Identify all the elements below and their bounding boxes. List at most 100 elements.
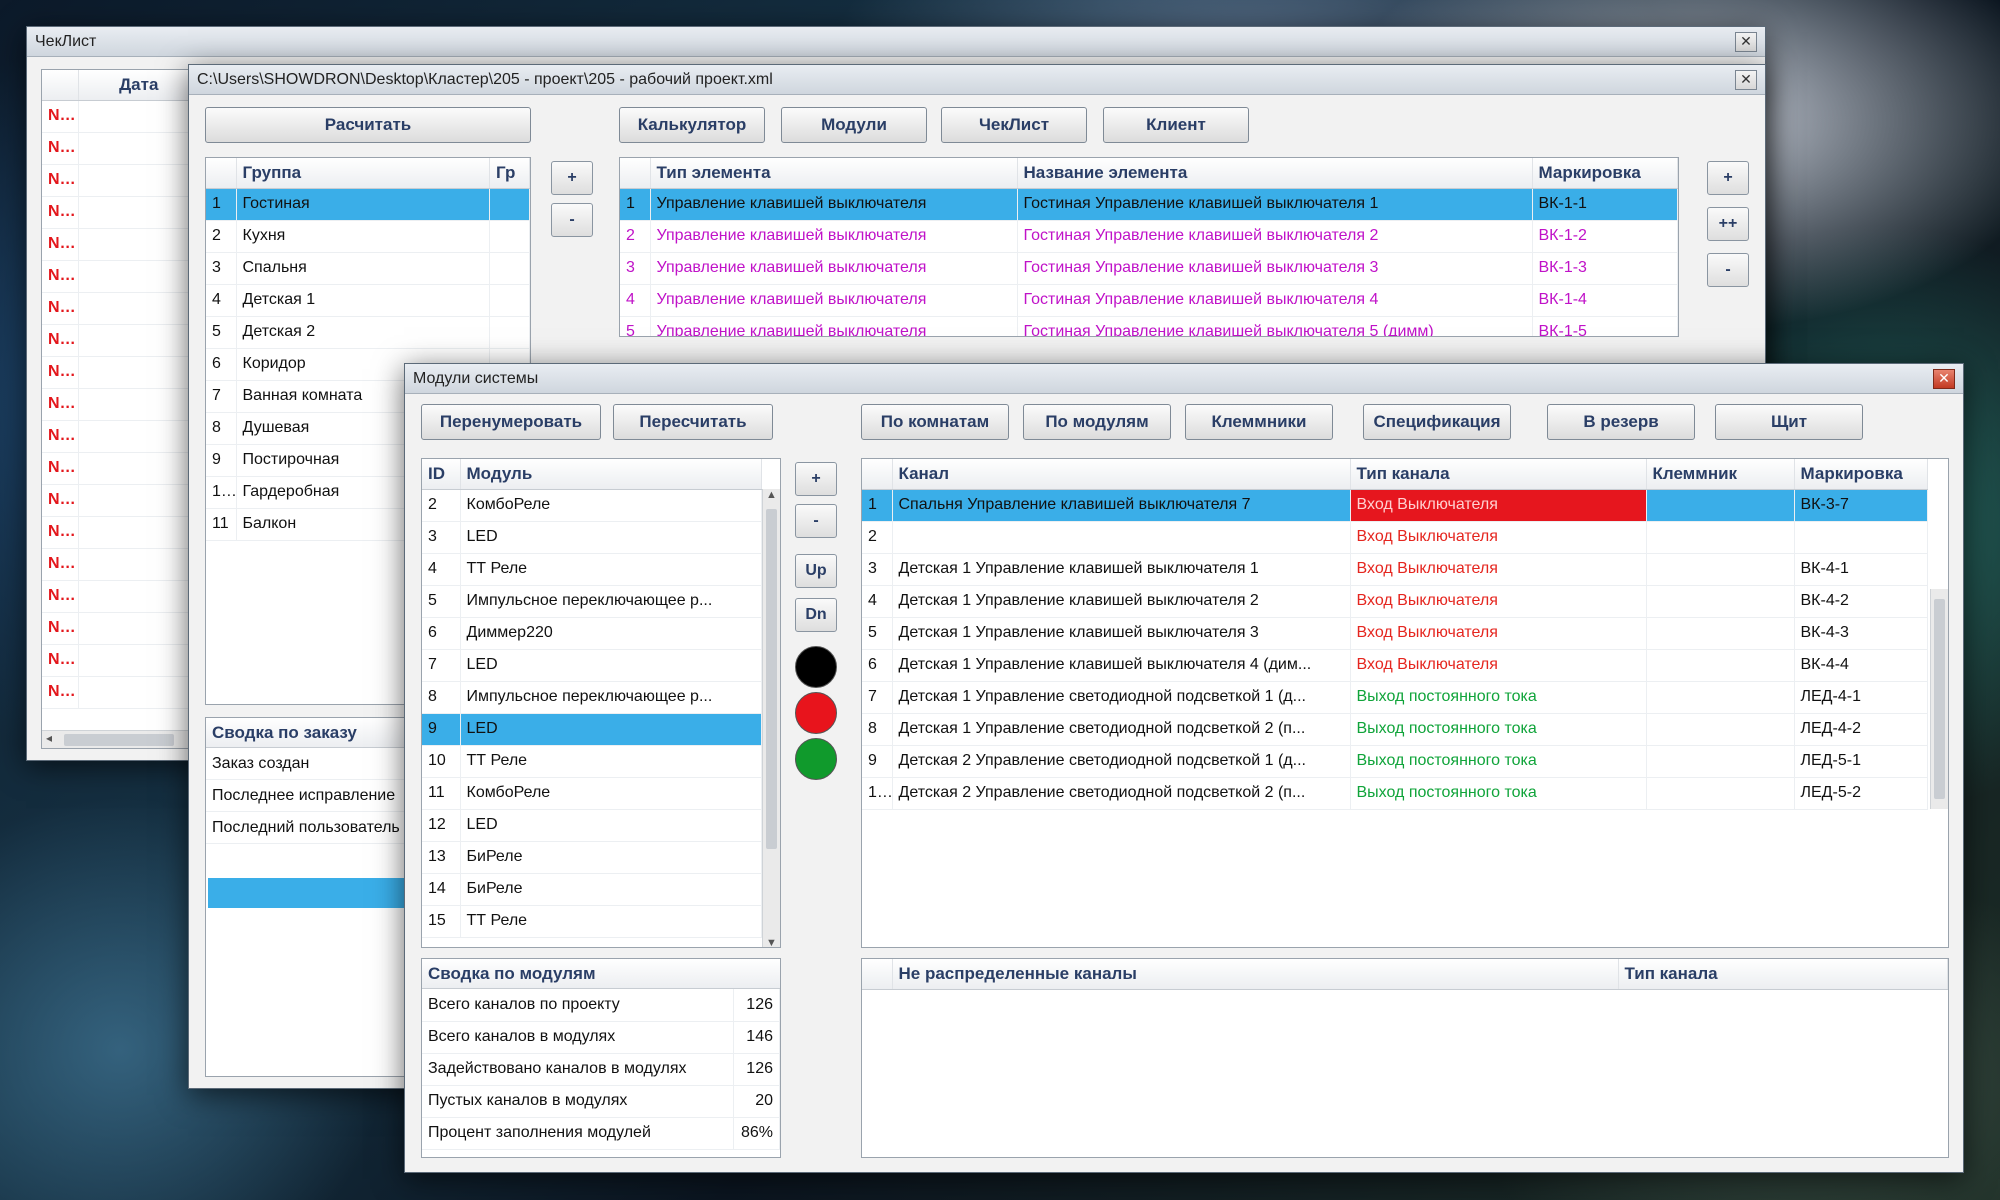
table-row[interactable]: NO	[42, 548, 200, 581]
move-down-button[interactable]: Dn	[795, 598, 837, 632]
module-row[interactable]: 10 ТТ Реле	[422, 745, 762, 778]
module-row[interactable]: 7 LED	[422, 649, 762, 682]
col-date[interactable]: Дата	[78, 70, 200, 101]
module-row[interactable]: 9 LED	[422, 713, 762, 746]
channel-row[interactable]: 5 Детская 1 Управление клавишей выключате…	[862, 617, 1928, 650]
project-titlebar[interactable]: C:\Users\SHOWDRON\Desktop\Кластер\205 - …	[189, 65, 1765, 95]
scroll-thumb[interactable]	[766, 509, 777, 849]
col-channel-marking[interactable]: Маркировка	[1794, 459, 1928, 490]
vertical-scrollbar[interactable]	[1930, 589, 1948, 809]
table-row[interactable]: NO	[42, 580, 200, 613]
channel-row[interactable]: 1 Спальня Управление клавишей выключателя…	[862, 489, 1928, 522]
table-row[interactable]: NO	[42, 324, 200, 357]
channel-row[interactable]: 7 Детская 1 Управление светодиодной подсв…	[862, 681, 1928, 714]
client-button[interactable]: Клиент	[1103, 107, 1249, 143]
col-gr[interactable]: Гр	[489, 158, 530, 189]
element-row[interactable]: 1 Управление клавишей выключателя Гостиная…	[620, 188, 1678, 221]
add-group-button[interactable]: +	[551, 161, 593, 195]
module-row[interactable]: 13 БиРеле	[422, 841, 762, 874]
module-row[interactable]: 12 LED	[422, 809, 762, 842]
channel-row[interactable]: 6 Детская 1 Управление клавишей выключате…	[862, 649, 1928, 682]
scroll-down-icon[interactable]: ▼	[766, 937, 777, 947]
element-row[interactable]: 3 Управление клавишей выключателя Гостиная…	[620, 252, 1678, 285]
table-row[interactable]: NO	[42, 516, 200, 549]
table-row[interactable]: NO	[42, 676, 200, 709]
col-terminal[interactable]: Клеммник	[1646, 459, 1795, 490]
close-icon[interactable]: ✕	[1933, 368, 1955, 389]
channel-row[interactable]: 8 Детская 1 Управление светодиодной подсв…	[862, 713, 1928, 746]
group-row[interactable]: 5 Детская 2	[206, 316, 530, 349]
scroll-thumb[interactable]	[1934, 599, 1945, 799]
table-row[interactable]: NO	[42, 356, 200, 389]
module-row[interactable]: 3 LED	[422, 521, 762, 554]
panel-button[interactable]: Щит	[1715, 404, 1863, 440]
status-red-indicator[interactable]	[795, 692, 837, 734]
col-group[interactable]: Группа	[236, 158, 490, 189]
col-unassigned-type[interactable]: Тип канала	[1618, 959, 1948, 990]
vertical-scrollbar[interactable]: ▲ ▼	[762, 489, 780, 947]
terminals-button[interactable]: Клеммники	[1185, 404, 1333, 440]
specification-button[interactable]: Спецификация	[1363, 404, 1511, 440]
scroll-thumb[interactable]	[64, 734, 174, 746]
status-black-indicator[interactable]	[795, 646, 837, 688]
calculator-button[interactable]: Калькулятор	[619, 107, 765, 143]
col-channel-type[interactable]: Тип канала	[1350, 459, 1647, 490]
close-icon[interactable]: ✕	[1735, 31, 1757, 52]
renumber-button[interactable]: Перенумеровать	[421, 404, 601, 440]
table-row[interactable]: NO	[42, 260, 200, 293]
element-row[interactable]: 2 Управление клавишей выключателя Гостиная…	[620, 220, 1678, 253]
col-unassigned-channels[interactable]: Не распределенные каналы	[892, 959, 1619, 990]
scroll-up-icon[interactable]: ▲	[766, 489, 777, 501]
status-green-indicator[interactable]	[795, 738, 837, 780]
remove-element-button[interactable]: -	[1707, 253, 1749, 287]
module-row[interactable]: 14 БиРеле	[422, 873, 762, 906]
table-row[interactable]: NO	[42, 292, 200, 325]
group-row[interactable]: 1 Гостиная	[206, 188, 530, 221]
remove-group-button[interactable]: -	[551, 203, 593, 237]
module-row[interactable]: 5 Импульсное переключающее р...	[422, 585, 762, 618]
col-element-name[interactable]: Название элемента	[1017, 158, 1533, 189]
col-id[interactable]: ID	[422, 459, 461, 490]
checklist-button[interactable]: ЧекЛист	[941, 107, 1087, 143]
by-modules-button[interactable]: По модулям	[1023, 404, 1171, 440]
table-row[interactable]: NO	[42, 420, 200, 453]
col-marking[interactable]: Маркировка	[1532, 158, 1678, 189]
checklist-titlebar[interactable]: ЧекЛист ✕	[27, 27, 1765, 57]
add-module-button[interactable]: +	[795, 462, 837, 496]
channel-row[interactable]: 10 Детская 2 Управление светодиодной подс…	[862, 777, 1928, 810]
table-row[interactable]: NO	[42, 132, 200, 165]
calculate-button[interactable]: Расчитать	[205, 107, 531, 143]
table-row[interactable]: NO	[42, 612, 200, 645]
channel-row[interactable]: 2 Вход Выключателя	[862, 521, 1928, 554]
modules-titlebar[interactable]: Модули системы ✕	[405, 364, 1963, 394]
module-row[interactable]: 11 КомбоРеле	[422, 777, 762, 810]
module-row[interactable]: 2 КомбоРеле	[422, 489, 762, 522]
table-row[interactable]: NO	[42, 452, 200, 485]
group-row[interactable]: 4 Детская 1	[206, 284, 530, 317]
col-channel[interactable]: Канал	[892, 459, 1351, 490]
add-element-button[interactable]: +	[1707, 161, 1749, 195]
horizontal-scrollbar[interactable]: ◂	[42, 730, 200, 748]
module-row[interactable]: 15 ТТ Реле	[422, 905, 762, 938]
table-row[interactable]: NO	[42, 644, 200, 677]
module-row[interactable]: 4 ТТ Реле	[422, 553, 762, 586]
table-row[interactable]: NO	[42, 484, 200, 517]
add-multiple-elements-button[interactable]: ++	[1707, 207, 1749, 241]
reserve-button[interactable]: В резерв	[1547, 404, 1695, 440]
channel-row[interactable]: 4 Детская 1 Управление клавишей выключате…	[862, 585, 1928, 618]
table-row[interactable]: NO	[42, 164, 200, 197]
module-row[interactable]: 8 Импульсное переключающее р...	[422, 681, 762, 714]
group-row[interactable]: 3 Спальня	[206, 252, 530, 285]
table-row[interactable]: NO	[42, 100, 200, 133]
col-element-type[interactable]: Тип элемента	[650, 158, 1018, 189]
by-rooms-button[interactable]: По комнатам	[861, 404, 1009, 440]
col-module[interactable]: Модуль	[460, 459, 762, 490]
table-row[interactable]: NO	[42, 196, 200, 229]
move-up-button[interactable]: Up	[795, 554, 837, 588]
modules-button[interactable]: Модули	[781, 107, 927, 143]
remove-module-button[interactable]: -	[795, 504, 837, 538]
channel-row[interactable]: 9 Детская 2 Управление светодиодной подсв…	[862, 745, 1928, 778]
group-row[interactable]: 2 Кухня	[206, 220, 530, 253]
table-row[interactable]: NO	[42, 388, 200, 421]
channel-row[interactable]: 3 Детская 1 Управление клавишей выключате…	[862, 553, 1928, 586]
